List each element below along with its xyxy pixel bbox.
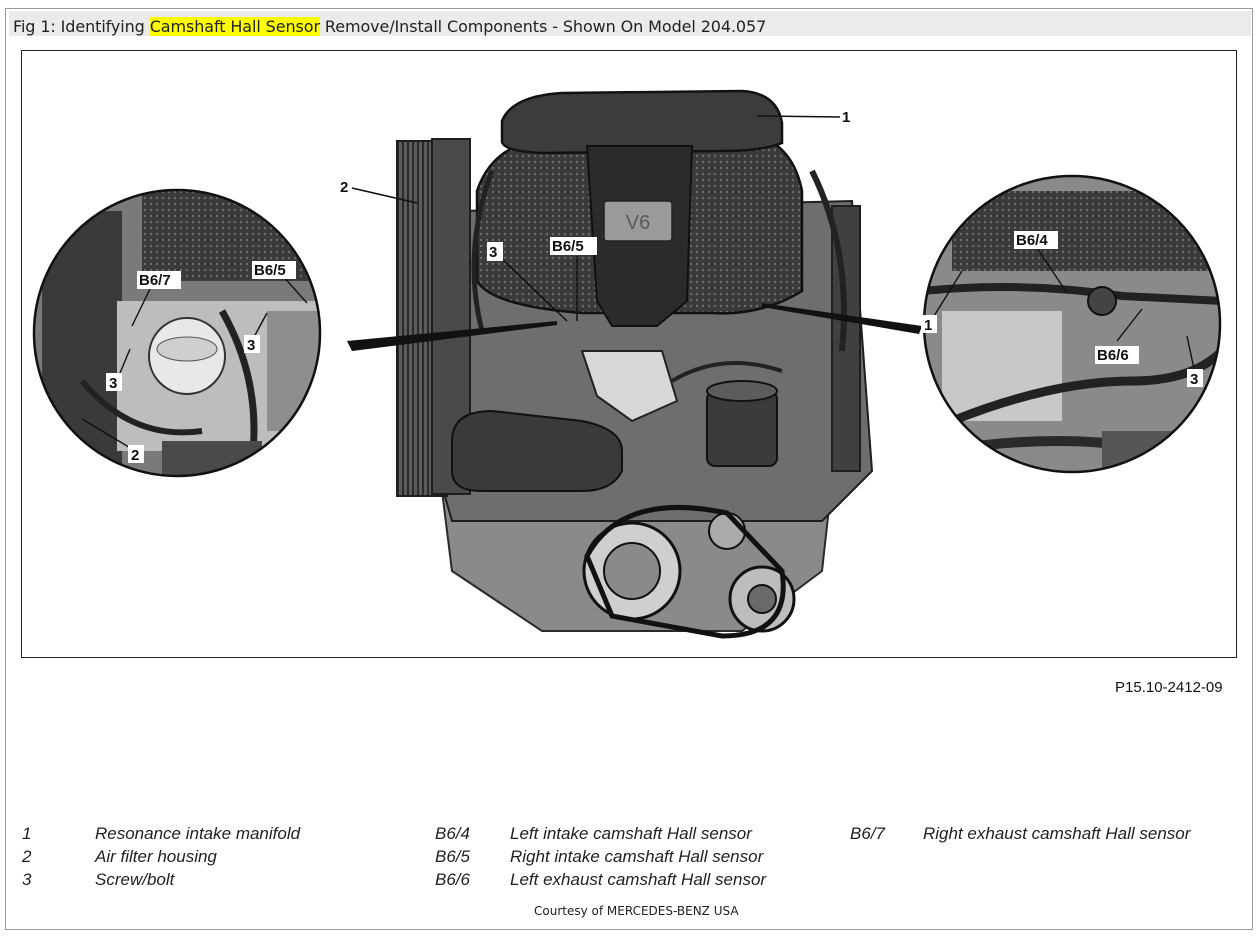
legend-text: Right intake camshaft Hall sensor	[510, 847, 764, 866]
legend-text: Left intake camshaft Hall sensor	[510, 824, 752, 843]
figure-code: P15.10-2412-09	[1115, 679, 1223, 696]
v6-badge: V6	[626, 212, 650, 234]
left-callout-2: 2	[131, 447, 139, 464]
courtesy-line: Courtesy of MERCEDES-BENZ USA	[534, 904, 739, 918]
legend-texts-col3: Right exhaust camshaft Hall sensor	[923, 822, 1190, 845]
legend-texts-col1: Resonance intake manifold Air filter hou…	[95, 822, 300, 891]
right-callout-b6-4: B6/4	[1016, 232, 1048, 249]
caption-highlight: Camshaft Hall Sensor	[149, 17, 320, 36]
legend-key: 3	[22, 870, 32, 889]
callout-2: 2	[340, 179, 348, 196]
legend-text: Screw/bolt	[95, 870, 175, 889]
left-callout-3b: 3	[247, 337, 255, 354]
callout-1: 1	[842, 109, 850, 126]
figure-caption: Fig 1: Identifying Camshaft Hall Sensor …	[13, 17, 766, 36]
right-callout-b6-6: B6/6	[1097, 347, 1129, 364]
left-detail-circle: B6/7 B6/5 3 3 2	[32, 188, 322, 478]
callout-3: 3	[489, 244, 497, 261]
caption-suffix: Remove/Install Components - Shown On Mod…	[319, 17, 767, 36]
right-detail-circle: B6/4 1 B6/6 3	[921, 174, 1222, 474]
legend-key: 1	[22, 824, 32, 843]
engine-diagram: V6 1 2 3 B6/5 B6/7 B6/5 3 3 2 B6/4 1 B6/…	[32, 89, 1222, 639]
legend-keys-col3: B6/7	[850, 822, 885, 845]
legend-text: Air filter housing	[95, 847, 217, 866]
legend-keys-col1: 1 2 3	[22, 822, 31, 891]
legend-key: 2	[22, 847, 32, 866]
left-callout-b6-5: B6/5	[254, 262, 286, 279]
right-callout-3: 3	[1190, 371, 1198, 388]
engine-illustration: V6 1 2 3 B6/5 B6/7 B6/5 3 3 2 B6/4 1 B6/…	[21, 50, 1237, 658]
left-callout-b6-7: B6/7	[139, 272, 171, 289]
legend-text: Resonance intake manifold	[95, 824, 301, 843]
right-callout-1: 1	[924, 317, 932, 334]
legend-text: Left exhaust camshaft Hall sensor	[510, 870, 767, 889]
left-callout-3a: 3	[109, 375, 117, 392]
callout-b6-5: B6/5	[552, 238, 584, 255]
legend-texts-col2: Left intake camshaft Hall sensor Right i…	[510, 822, 766, 891]
legend-key: B6/5	[435, 847, 470, 866]
caption-prefix: Fig 1: Identifying	[13, 17, 150, 36]
legend-key: B6/6	[435, 870, 470, 889]
engine-body: V6	[396, 89, 874, 639]
legend-text: Right exhaust camshaft Hall sensor	[923, 824, 1191, 843]
legend-keys-col2: B6/4 B6/5 B6/6	[435, 822, 470, 891]
legend-key: B6/4	[435, 824, 470, 843]
legend-key: B6/7	[850, 824, 885, 843]
